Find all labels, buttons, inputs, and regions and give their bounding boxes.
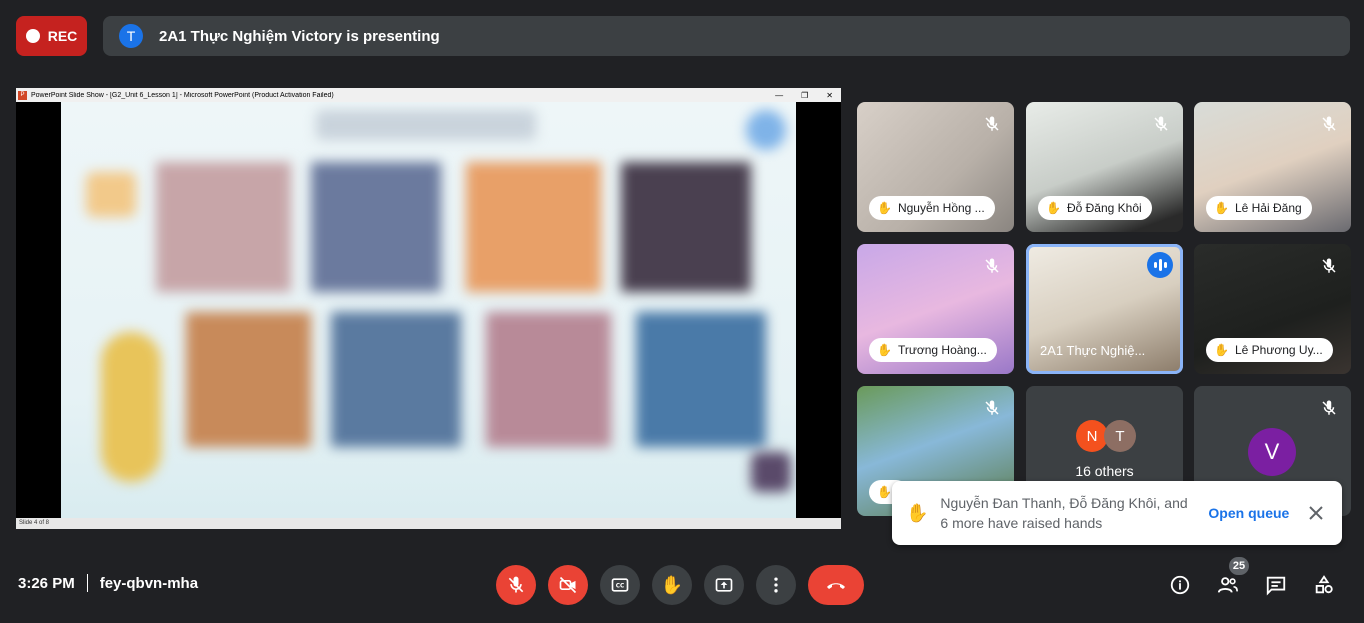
presenter-avatar: T	[119, 24, 143, 48]
open-queue-button[interactable]: Open queue	[1208, 505, 1289, 521]
slide-content	[61, 102, 796, 518]
minimize-icon: —	[775, 90, 784, 100]
ppt-window-title: PowerPoint Slide Show - [G2_Unit 6_Lesso…	[31, 91, 334, 99]
more-vert-icon	[774, 577, 778, 593]
mic-off-icon	[508, 576, 524, 593]
raised-hand-icon: ✋	[877, 201, 892, 215]
raised-hand-icon: ✋	[877, 343, 892, 357]
participant-tile[interactable]: ✋ Lê Hải Đăng	[1194, 102, 1351, 232]
participant-name-chip: ✋ Nguyễn Hồng ...	[869, 196, 995, 220]
mic-off-icon	[980, 112, 1004, 136]
meeting-details-button[interactable]	[1165, 570, 1195, 600]
meeting-code: fey-qbvn-mha	[99, 574, 199, 592]
participant-tile[interactable]: ✋ Trương Hoàng...	[857, 244, 1014, 374]
others-count: 16 others	[1075, 463, 1134, 479]
participant-name: 2A1 Thực Nghiệ...	[1040, 343, 1146, 358]
raised-hand-icon: ✋	[660, 574, 684, 595]
captions-button[interactable]: CC	[600, 565, 640, 605]
avatar: V	[1248, 428, 1296, 476]
mic-toggle-button[interactable]	[496, 565, 536, 605]
captions-icon: CC	[611, 578, 629, 592]
participant-name-chip: ✋ Trương Hoàng...	[869, 338, 997, 362]
chat-icon	[1266, 576, 1286, 596]
mic-off-icon	[980, 254, 1004, 278]
ppt-window-titlebar: P PowerPoint Slide Show - [G2_Unit 6_Les…	[16, 88, 841, 102]
participant-tile-active-speaker[interactable]: 2A1 Thực Nghiệ...	[1026, 244, 1183, 374]
people-icon	[1217, 577, 1238, 593]
svg-text:CC: CC	[616, 584, 625, 590]
chat-button[interactable]	[1261, 570, 1291, 600]
mic-off-icon	[1317, 396, 1341, 420]
powerpoint-icon: P	[18, 90, 27, 100]
speaking-indicator-icon	[1147, 252, 1173, 278]
presenting-text: 2A1 Thực Nghiệm Victory is presenting	[159, 27, 440, 45]
present-icon	[715, 578, 733, 592]
info-icon	[1170, 575, 1190, 595]
raised-hand-icon: ✋	[906, 502, 929, 523]
record-dot-icon	[25, 29, 40, 43]
ppt-status-bar: Slide 4 of 8	[16, 518, 841, 529]
clock: 3:26 PM	[18, 574, 75, 592]
avatar: T	[1104, 420, 1136, 452]
participant-name-chip: ✋ Lê Hải Đăng	[1206, 196, 1312, 220]
participant-name-chip: ✋ Đỗ Đăng Khôi	[1038, 196, 1152, 220]
mic-off-icon	[1149, 112, 1173, 136]
mic-off-icon	[1317, 112, 1341, 136]
recording-indicator[interactable]: REC	[16, 16, 87, 56]
activities-icon	[1315, 575, 1333, 594]
present-button[interactable]	[704, 565, 744, 605]
meeting-info: 3:26 PM fey-qbvn-mha	[18, 574, 198, 592]
restore-icon: ❐	[801, 90, 809, 100]
people-count-badge: 25	[1229, 557, 1249, 575]
participant-tile[interactable]: ✋ Đỗ Đăng Khôi	[1026, 102, 1183, 232]
mic-off-icon	[1317, 254, 1341, 278]
camera-off-icon	[559, 576, 577, 594]
more-options-button[interactable]	[756, 565, 796, 605]
raised-hands-toast: ✋ Nguyễn Đan Thanh, Đỗ Đăng Khôi, and 6 …	[892, 481, 1342, 545]
presenting-banner: T 2A1 Thực Nghiệm Victory is presenting	[103, 16, 1350, 56]
raise-hand-button[interactable]: ✋	[652, 565, 692, 605]
camera-toggle-button[interactable]	[548, 565, 588, 605]
leave-call-button[interactable]	[808, 565, 864, 605]
participant-tile[interactable]: ✋ Lê Phương Uy...	[1194, 244, 1351, 374]
hang-up-icon	[827, 583, 845, 589]
close-icon: ✕	[826, 90, 833, 100]
rec-label: REC	[47, 28, 78, 44]
activities-button[interactable]	[1309, 570, 1339, 600]
raised-hand-icon: ✋	[877, 485, 892, 499]
mic-off-icon	[980, 396, 1004, 420]
raised-hand-icon: ✋	[1046, 201, 1061, 215]
raised-hand-icon: ✋	[1214, 201, 1229, 215]
participant-tile[interactable]: ✋ Nguyễn Hồng ...	[857, 102, 1014, 232]
close-icon[interactable]	[1304, 501, 1328, 525]
raised-hand-icon: ✋	[1214, 343, 1229, 357]
participant-name-chip: ✋ Lê Phương Uy...	[1206, 338, 1333, 362]
toast-message: Nguyễn Đan Thanh, Đỗ Đăng Khôi, and 6 mo…	[940, 495, 1188, 531]
others-avatars: N T	[1076, 420, 1136, 452]
shared-screen[interactable]: P PowerPoint Slide Show - [G2_Unit 6_Les…	[16, 88, 841, 529]
